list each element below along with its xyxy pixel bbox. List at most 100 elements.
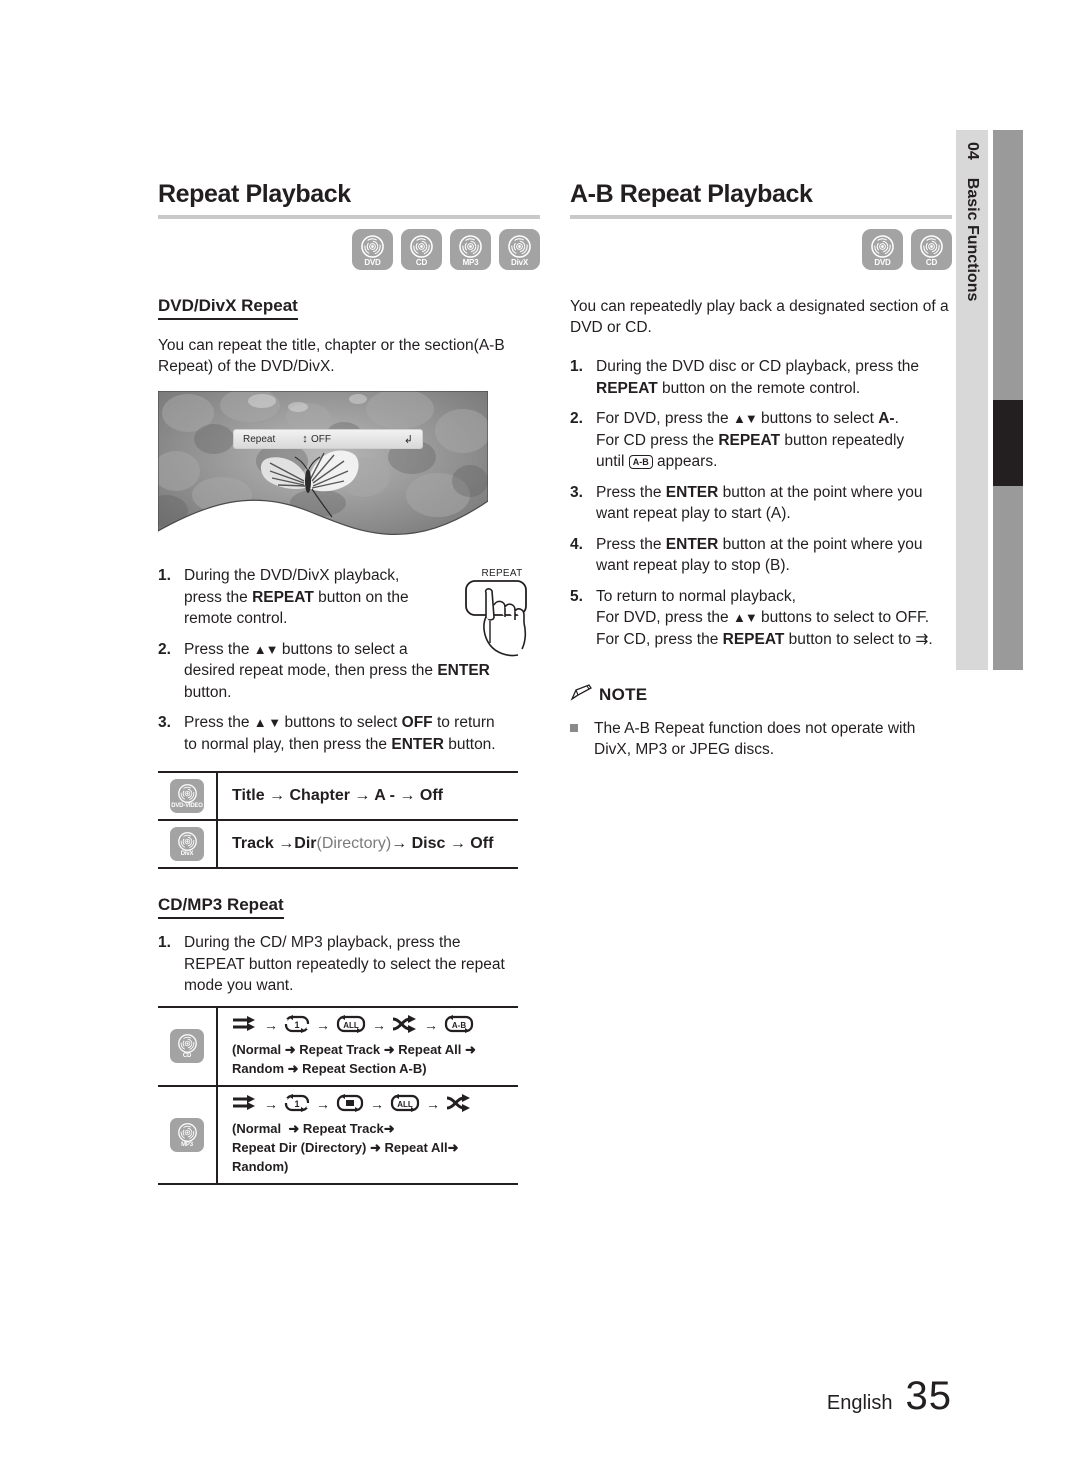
svg-text:ALL: ALL bbox=[343, 1021, 359, 1030]
arrow-icon: → bbox=[426, 1096, 440, 1112]
repeat-track-icon: 1 bbox=[284, 1093, 310, 1116]
step-item: 3. Press the ▲ ▼ buttons to select OFF to… bbox=[158, 712, 540, 755]
arrow-icon: → bbox=[264, 1096, 278, 1112]
right-column: A-B Repeat Playback DVD CD You can repeat… bbox=[570, 180, 952, 760]
repeat-track-icon: 1 bbox=[284, 1014, 310, 1037]
page-title-right: A-B Repeat Playback bbox=[570, 180, 813, 208]
dvd-disc-badge: DVD bbox=[352, 229, 393, 270]
disc-badge-label: MP3 bbox=[181, 1141, 193, 1148]
disc-icon bbox=[177, 832, 197, 851]
cd-disc-badge: CD bbox=[170, 1029, 204, 1063]
svg-text:1: 1 bbox=[294, 1099, 299, 1109]
disc-icon bbox=[410, 234, 433, 258]
page-footer: English 35 bbox=[0, 1374, 1080, 1419]
step-text: During the DVD disc or CD playback, pres… bbox=[596, 358, 920, 397]
dvd-disc-badge: DVD bbox=[862, 229, 903, 270]
note-bullet-icon bbox=[570, 718, 594, 760]
disc-badge-label: DVD-VIDEO bbox=[171, 803, 203, 809]
disc-badge-label: DivX bbox=[511, 257, 528, 267]
disc-icon bbox=[871, 234, 894, 258]
table-row: DivX Track → Dir (Directory) → Disc → Off bbox=[158, 821, 518, 869]
mode-sequence-text: (Normal ➜ Repeat Track➜ Repeat Dir (Direc… bbox=[232, 1120, 459, 1174]
step-number: 1. bbox=[158, 934, 171, 951]
disc-icon bbox=[177, 1122, 197, 1142]
table-row-mode-cycle: → 1 → → ALL → (Normal ➜ Repeat Track➜ Repeat Di… bbox=[218, 1087, 518, 1183]
repeat-all-icon: ALL bbox=[336, 1014, 366, 1037]
intro-paragraph-right: You can repeatedly play back a designate… bbox=[570, 298, 949, 336]
disc-badge-label: CD bbox=[415, 257, 428, 267]
left-column: Repeat Playback DVD CD MP3 DivX DVD/DivX Re… bbox=[158, 180, 540, 1185]
random-icon bbox=[392, 1014, 418, 1037]
step-text: Press the ENTER button at the point wher… bbox=[596, 483, 923, 523]
disc-icon bbox=[508, 234, 531, 258]
divx-disc-badge: DivX bbox=[170, 827, 204, 861]
chapter-number: 04 bbox=[964, 142, 981, 160]
normal-icon bbox=[232, 1015, 258, 1037]
table-row: MP3 → 1 → → ALL → (Normal ➜ Repeat Track➜ Repeat… bbox=[158, 1086, 518, 1185]
mode-sequence-text: (Normal ➜ Repeat Track ➜ Repeat All ➜ Ran… bbox=[232, 1041, 476, 1076]
intro-paragraph-left: You can repeat the title, chapter or the… bbox=[158, 337, 505, 375]
mp3-disc-badge: MP3 bbox=[170, 1117, 204, 1152]
table-row-mode-cycle: → 1 → ALL → → A-B (Normal ➜ Repeat Track ➜ Repe… bbox=[218, 1008, 518, 1085]
step-item: 3. Press the ENTER button at the point wh… bbox=[570, 482, 952, 525]
mode-glyph-row: → 1 → ALL → → A-B bbox=[232, 1014, 518, 1037]
disc-badge-label: DivX bbox=[180, 851, 194, 857]
step-item: 1. During the DVD disc or CD playback, pr… bbox=[570, 356, 952, 399]
cd-disc-badge: CD bbox=[911, 229, 952, 270]
subsection-title-cd-mp3: CD/MP3 Repeat bbox=[158, 895, 284, 919]
step-number: 1. bbox=[158, 567, 171, 584]
chapter-label: Basic Functions bbox=[964, 177, 981, 302]
repeat-mode-table-dvd-divx: DVD-VIDEO Title → Chapter → A - → Off DivX… bbox=[158, 771, 518, 869]
disc-badge-label: DVD bbox=[874, 257, 891, 267]
disc-badge-label: CD bbox=[182, 1053, 192, 1059]
note-items: The A-B Repeat function does not operate… bbox=[570, 718, 952, 760]
tv-screenshot-figure: Repeat ↕ OFF ↲ bbox=[158, 391, 488, 551]
dvd-video-disc-badge: DVD-VIDEO bbox=[170, 779, 204, 813]
chapter-side-tab: 04 Basic Functions bbox=[956, 130, 988, 670]
note-heading: NOTE bbox=[570, 684, 952, 706]
osd-enter-icon: ↲ bbox=[403, 433, 413, 446]
title-rule-right bbox=[570, 215, 952, 219]
table-row-disc-icon: MP3 bbox=[158, 1086, 218, 1183]
step-number: 5. bbox=[570, 587, 583, 605]
disc-icon bbox=[177, 784, 197, 803]
footer-page-number: 35 bbox=[905, 1374, 952, 1418]
repeat-dir-icon bbox=[336, 1093, 364, 1116]
step-item: 4. Press the ENTER button at the point wh… bbox=[570, 534, 952, 577]
repeat-all-icon: ALL bbox=[390, 1093, 420, 1116]
cd-disc-badge: CD bbox=[401, 229, 442, 270]
table-row-disc-icon: DVD-VIDEO bbox=[158, 773, 218, 819]
remote-repeat-button-illustration: REPEAT bbox=[456, 565, 548, 660]
step-number: 1. bbox=[570, 358, 583, 375]
table-row-sequence: Track → Dir (Directory) → Disc → Off bbox=[232, 835, 494, 852]
mode-glyph-row: → 1 → → ALL → bbox=[232, 1093, 518, 1116]
steps-list-ab-repeat: 1. During the DVD disc or CD playback, pr… bbox=[570, 356, 952, 650]
step-text: Press the ENTER button at the point wher… bbox=[596, 535, 923, 575]
disc-badge-label: DVD bbox=[364, 257, 381, 267]
title-rule-left bbox=[158, 215, 540, 219]
divx-disc-badge: DivX bbox=[499, 229, 540, 270]
arrow-icon: → bbox=[316, 1017, 330, 1033]
osd-repeat-bar: Repeat ↕ OFF ↲ bbox=[233, 429, 423, 449]
footer-language: English bbox=[826, 1392, 893, 1414]
step-number: 4. bbox=[570, 535, 583, 553]
arrow-icon: → bbox=[264, 1017, 278, 1033]
pencil-icon bbox=[570, 684, 592, 706]
step-item: 1. During the CD/ MP3 playback, press the… bbox=[158, 932, 540, 997]
repeat-ab-icon: A-B bbox=[444, 1014, 474, 1037]
arrow-icon: → bbox=[424, 1017, 438, 1033]
step-number: 2. bbox=[570, 410, 583, 427]
chapter-index-marker bbox=[993, 400, 1023, 486]
disc-badge-row-left: DVD CD MP3 DivX bbox=[158, 229, 540, 270]
svg-text:1: 1 bbox=[294, 1020, 299, 1030]
disc-badge-label: MP3 bbox=[462, 257, 479, 267]
repeat-mode-table-cd-mp3: CD → 1 → ALL → → A-B (Normal ➜ Repeat Track ➜ Re… bbox=[158, 1005, 518, 1185]
step-number: 2. bbox=[158, 640, 171, 658]
osd-label: Repeat bbox=[243, 433, 276, 445]
table-row: CD → 1 → ALL → → A-B (Normal ➜ Repeat Track ➜ Re… bbox=[158, 1007, 518, 1087]
subsection-title-dvd-divx: DVD/DivX Repeat bbox=[158, 296, 298, 320]
disc-badge-label: CD bbox=[925, 257, 938, 267]
random-icon bbox=[446, 1093, 472, 1116]
table-row: DVD-VIDEO Title → Chapter → A - → Off bbox=[158, 773, 518, 821]
page-title-left: Repeat Playback bbox=[158, 180, 351, 208]
